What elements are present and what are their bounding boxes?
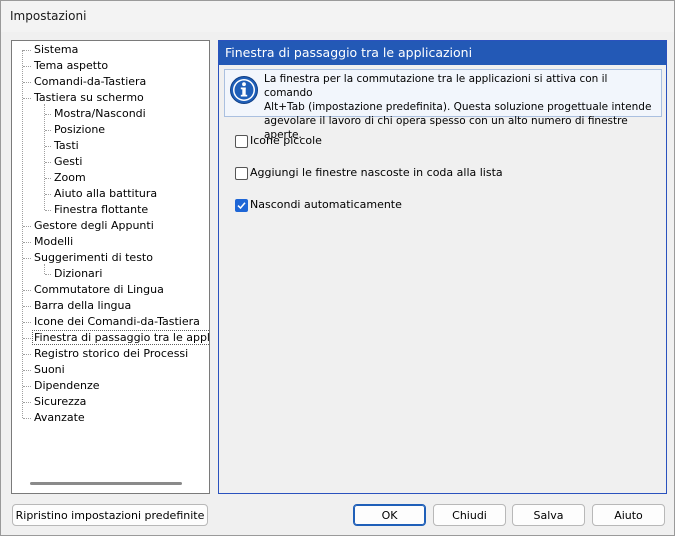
tree-item-label: Sicurezza — [34, 395, 87, 408]
tree-connector-line — [23, 418, 31, 419]
tree-item-label: Suoni — [34, 363, 65, 376]
title-bar[interactable]: Impostazioni — [1, 1, 674, 32]
tree-item-label: Icone dei Comandi-da-Tastiera — [34, 315, 200, 328]
tree-item[interactable]: Suoni — [32, 362, 67, 378]
tree-item[interactable]: Comandi-da-Tastiera — [32, 74, 148, 90]
tree-connector-line — [23, 338, 31, 339]
tree-connector-line — [45, 114, 51, 115]
tree-item[interactable]: Tema aspetto — [32, 58, 110, 74]
tree-connector-line — [23, 370, 31, 371]
tree-connector-line — [23, 402, 31, 403]
tree-item-label: Comandi-da-Tastiera — [34, 75, 147, 88]
tree-connector-line — [23, 354, 31, 355]
tree-connector-line — [23, 258, 31, 259]
tree-connector-line — [23, 242, 31, 243]
checkbox-label: Nascondi automaticamente — [250, 198, 402, 211]
tree-item[interactable]: Gestore degli Appunti — [32, 218, 156, 234]
settings-window: Impostazioni Sistema Tema aspetto Comandi-… — [0, 0, 675, 536]
close-button[interactable]: Chiudi — [433, 504, 506, 526]
tree-item-label: Dipendenze — [34, 379, 100, 392]
settings-tree[interactable]: Sistema Tema aspetto Comandi-da-Tastiera Ta… — [11, 40, 210, 494]
checkbox-box[interactable] — [235, 135, 248, 148]
tree-item[interactable]: Gesti — [52, 154, 84, 170]
tree-item-label: Tema aspetto — [34, 59, 109, 72]
tree-item[interactable]: Dipendenze — [32, 378, 102, 394]
tree-connector-line — [45, 162, 51, 163]
tree-connector-line — [23, 306, 31, 307]
tree-connector-line — [23, 98, 31, 99]
tree-connector-line — [45, 274, 51, 275]
tree-connector-line — [23, 322, 31, 323]
tree-item-label: Registro storico dei Processi — [34, 347, 189, 360]
window-title: Impostazioni — [10, 9, 87, 23]
save-button[interactable]: Salva — [512, 504, 585, 526]
tree-connector-line — [23, 290, 31, 291]
tree-item[interactable]: Tastiera su schermo — [32, 90, 146, 106]
ok-button[interactable]: OK — [353, 504, 426, 526]
tree-item[interactable]: Zoom — [52, 170, 88, 186]
tree-connector-line — [45, 194, 51, 195]
tree-item-label: Finestra flottante — [54, 203, 149, 216]
tree-item-label: Modelli — [34, 235, 74, 248]
tree-connector-line — [23, 82, 31, 83]
tree-connector-line — [22, 50, 23, 418]
tree-item[interactable]: Registro storico dei Processi — [32, 346, 190, 362]
tree-item-label: Aiuto alla battitura — [54, 187, 158, 200]
panel-header: Finestra di passaggio tra le applicazion… — [219, 41, 666, 65]
tree-item[interactable]: Mostra/Nascondi — [52, 106, 148, 122]
checkmark-icon — [237, 202, 246, 210]
tree-item-label: Suggerimenti di testo — [34, 251, 153, 264]
tree-connector-line — [23, 50, 31, 51]
checkbox-box-checked[interactable] — [235, 199, 248, 212]
tree-connector-line — [23, 66, 31, 67]
tree-item[interactable]: Dizionari — [52, 266, 104, 282]
tree-item[interactable]: Avanzate — [32, 410, 87, 426]
tree-item[interactable]: Sistema — [32, 42, 80, 58]
info-box: La finestra per la commutazione tra le a… — [224, 69, 662, 141]
tree-item[interactable]: Commutatore di Lingua — [32, 282, 166, 298]
tree-item[interactable]: Barra della lingua — [32, 298, 133, 314]
tree-item-label: Tastiera su schermo — [34, 91, 144, 104]
tree-item[interactable]: Aiuto alla battitura — [52, 186, 159, 202]
tree-item[interactable]: Finestra di passaggio tra le applicazion… — [32, 330, 209, 346]
panel-title: Finestra di passaggio tra le applicazion… — [225, 45, 473, 60]
tree-item-label: Posizione — [54, 123, 106, 136]
tree-item[interactable]: Modelli — [32, 234, 75, 250]
tree-connector-line — [45, 178, 51, 179]
info-line: Alt+Tab (impostazione predefinita). Ques… — [264, 101, 652, 113]
tree-item[interactable]: Icone dei Comandi-da-Tastiera — [32, 314, 202, 330]
checkbox-label: Icone piccole — [250, 134, 322, 147]
info-icon — [230, 76, 258, 104]
tree-item[interactable]: Sicurezza — [32, 394, 88, 410]
tree-connector-line — [23, 226, 31, 227]
info-line: La finestra per la commutazione tra le a… — [264, 73, 608, 99]
tree-item-label: Dizionari — [54, 267, 103, 280]
horizontal-scrollbar[interactable] — [30, 482, 182, 485]
tree-connector-line — [45, 130, 51, 131]
reset-defaults-button[interactable]: Ripristino impostazioni predefinite — [12, 504, 208, 526]
tree-item[interactable]: Tasti — [52, 138, 81, 154]
tree-connector-line — [23, 386, 31, 387]
tree-item-label: Tasti — [54, 139, 79, 152]
checkbox-label: Aggiungi le finestre nascoste in coda al… — [250, 166, 503, 179]
tree-item[interactable]: Finestra flottante — [52, 202, 150, 218]
tree-item-label: Gesti — [54, 155, 83, 168]
tree-item-label: Zoom — [54, 171, 86, 184]
info-line: agevolare il lavoro di chi opera spesso … — [264, 115, 628, 141]
info-text: La finestra per la commutazione tra le a… — [264, 72, 658, 142]
tree-item-label: Mostra/Nascondi — [54, 107, 146, 120]
tree-item-label: Sistema — [34, 43, 79, 56]
tree-item[interactable]: Posizione — [52, 122, 107, 138]
tree-item-label: Gestore degli Appunti — [34, 219, 154, 232]
tree-item-label: Barra della lingua — [34, 299, 132, 312]
checkbox-box[interactable] — [235, 167, 248, 180]
tree-item-label: Commutatore di Lingua — [34, 283, 164, 296]
tree-connector-line — [45, 146, 51, 147]
tree-item-label: Finestra di passaggio tra le applicazion… — [32, 330, 209, 345]
tree-item-label: Avanzate — [34, 411, 85, 424]
help-button[interactable]: Aiuto — [592, 504, 665, 526]
settings-panel: Finestra di passaggio tra le applicazion… — [218, 40, 667, 494]
tree-item[interactable]: Suggerimenti di testo — [32, 250, 155, 266]
tree-connector-line — [45, 210, 51, 211]
